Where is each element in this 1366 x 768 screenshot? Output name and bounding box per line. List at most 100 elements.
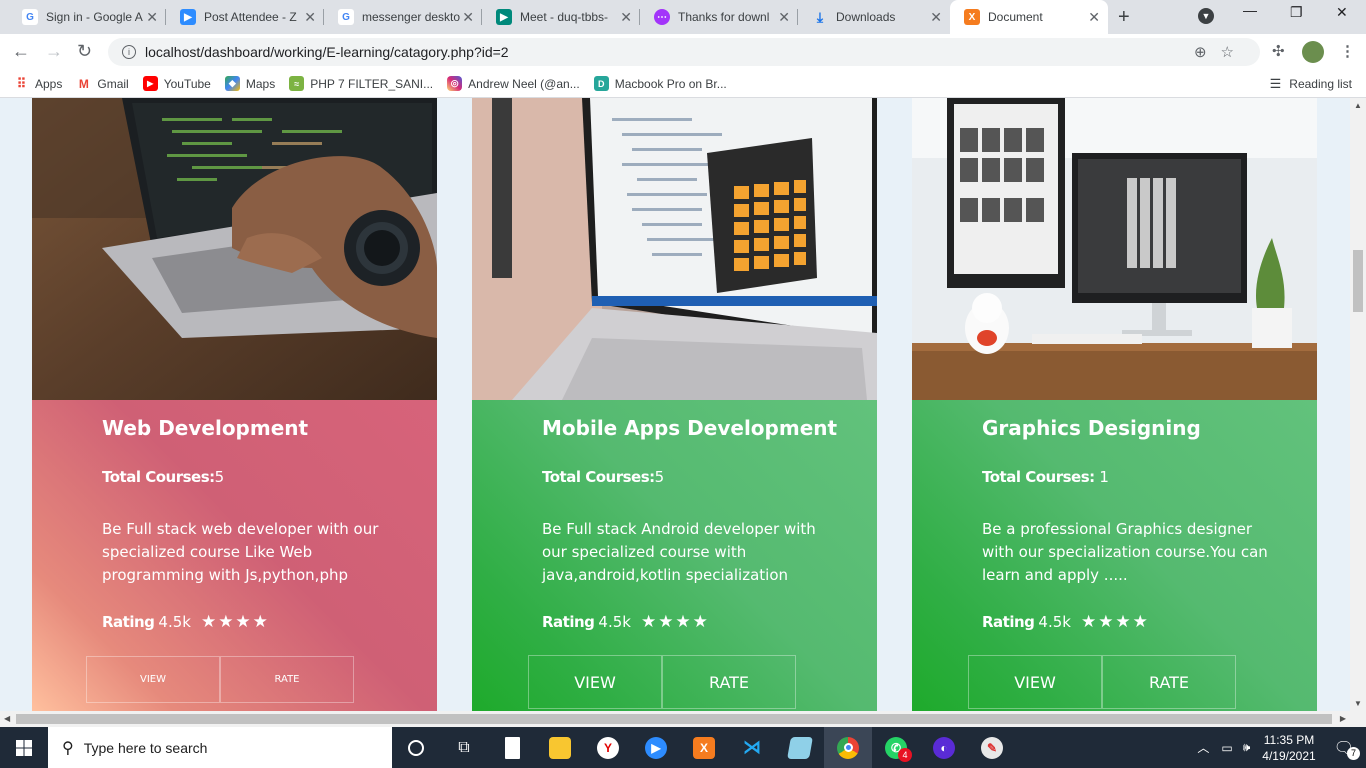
avatar[interactable] bbox=[1302, 41, 1324, 63]
bookmark-instagram[interactable]: ◎ Andrew Neel (@an... bbox=[447, 76, 580, 91]
clock-time: 11:35 PM bbox=[1263, 732, 1315, 747]
course-card-graphics-designing: Graphics Designing Total Courses: 1 Be a… bbox=[912, 98, 1317, 711]
zoom-icon: ▶ bbox=[180, 9, 196, 25]
site-info-icon[interactable]: i bbox=[122, 45, 136, 59]
close-icon[interactable]: ✕ bbox=[146, 9, 158, 26]
sticky-notes-icon[interactable] bbox=[776, 727, 824, 768]
close-icon[interactable]: ✕ bbox=[304, 9, 316, 26]
vertical-scrollbar[interactable]: ▲ ▼ bbox=[1350, 98, 1366, 711]
rate-button[interactable]: RATE bbox=[1102, 655, 1236, 709]
file-explorer-icon[interactable] bbox=[536, 727, 584, 768]
tab-3[interactable]: ▶ Meet - duq-tbbs- ✕ bbox=[482, 0, 640, 34]
new-tab-button[interactable]: + bbox=[1118, 6, 1130, 29]
reading-list-icon: ☰ bbox=[1269, 76, 1282, 91]
address-bar[interactable]: i localhost/dashboard/working/E-learning… bbox=[108, 38, 1260, 66]
horizontal-scrollbar[interactable]: ◀ ▶ bbox=[0, 711, 1366, 727]
restore-icon[interactable]: ❐ bbox=[1290, 4, 1303, 21]
window-close-icon[interactable]: ✕ bbox=[1336, 4, 1348, 21]
rating: Rating 4.5k ★★★★ bbox=[542, 612, 710, 632]
bookmark-macbook[interactable]: D Macbook Pro on Br... bbox=[593, 76, 727, 91]
reading-list-label: Reading list bbox=[1289, 77, 1352, 91]
course-card-body: Web Development Total Courses:5 Be Full … bbox=[32, 400, 437, 711]
paint-icon[interactable]: ✎ bbox=[968, 727, 1016, 768]
close-icon[interactable]: ✕ bbox=[778, 9, 790, 26]
back-icon[interactable]: ← bbox=[12, 41, 30, 62]
instagram-icon: ◎ bbox=[447, 76, 463, 91]
vscode-icon[interactable]: ⋊ bbox=[728, 727, 776, 768]
view-button[interactable]: VIEW bbox=[528, 655, 662, 709]
bookmark-apps[interactable]: ⠿ Apps bbox=[14, 75, 63, 91]
chrome-icon[interactable] bbox=[824, 727, 872, 768]
tab-0[interactable]: G Sign in - Google A ✕ bbox=[8, 0, 166, 34]
yandex-browser-icon[interactable]: Y bbox=[584, 727, 632, 768]
menu-icon[interactable]: ⋮ bbox=[1340, 42, 1355, 60]
rating-value: 4.5k bbox=[1038, 613, 1071, 631]
course-image-tablet-code bbox=[472, 98, 877, 400]
tab-6[interactable]: X Document ✕ bbox=[950, 0, 1108, 34]
bookmark-label: Macbook Pro on Br... bbox=[614, 76, 727, 91]
search-placeholder: Type here to search bbox=[83, 739, 208, 756]
total-courses-value: 5 bbox=[214, 468, 225, 486]
scrollbar-thumb[interactable] bbox=[1353, 250, 1363, 312]
cortana-icon[interactable] bbox=[392, 727, 440, 768]
rate-button[interactable]: RATE bbox=[220, 656, 354, 703]
course-title: Graphics Designing bbox=[982, 416, 1201, 440]
scroll-up-icon[interactable]: ▲ bbox=[1354, 101, 1362, 110]
rate-button[interactable]: RATE bbox=[662, 655, 796, 709]
star-rating-icon: ★★★★ bbox=[640, 612, 710, 632]
view-button[interactable]: VIEW bbox=[968, 655, 1102, 709]
forward-icon[interactable]: → bbox=[45, 41, 63, 62]
tab-title: messenger deskto bbox=[362, 10, 461, 24]
zoom-and-bookmark-icons[interactable]: ⊕☆ bbox=[1194, 43, 1248, 61]
course-description: Be Full stack Android developer with our… bbox=[542, 520, 816, 584]
star-rating-icon: ★★★★ bbox=[1080, 612, 1150, 632]
file-icon[interactable] bbox=[488, 727, 536, 768]
close-icon[interactable]: ✕ bbox=[462, 9, 474, 26]
minimize-icon[interactable]: — bbox=[1243, 2, 1257, 18]
bookmarks-bar: ⠿ Apps M Gmail ▶ YouTube ◆ Maps ≈ PHP 7 … bbox=[0, 70, 1366, 98]
tab-1[interactable]: ▶ Post Attendee - Z ✕ bbox=[166, 0, 324, 34]
total-courses-value: 5 bbox=[654, 468, 665, 486]
course-title: Web Development bbox=[102, 416, 309, 440]
bookmark-gmail[interactable]: M Gmail bbox=[76, 76, 129, 91]
taskbar-search-input[interactable]: ⚲ Type here to search bbox=[48, 727, 392, 768]
scroll-right-icon[interactable]: ▶ bbox=[1340, 714, 1346, 723]
tablet-code-photo bbox=[472, 98, 877, 400]
rating-label: Rating bbox=[102, 613, 155, 631]
notification-center-icon[interactable]: 🗨 7 bbox=[1334, 738, 1360, 760]
scroll-down-icon[interactable]: ▼ bbox=[1354, 699, 1362, 708]
bookmark-php[interactable]: ≈ PHP 7 FILTER_SANI... bbox=[289, 76, 433, 91]
bookmark-label: Apps bbox=[35, 76, 63, 91]
chevron-up-icon[interactable]: ︿ bbox=[1197, 739, 1209, 756]
tab-5[interactable]: ⤓ Downloads ✕ bbox=[798, 0, 950, 34]
scroll-left-icon[interactable]: ◀ bbox=[4, 714, 10, 723]
zoom-icon[interactable]: ▶ bbox=[632, 727, 680, 768]
clock[interactable]: 11:35 PM 4/19/2021 bbox=[1262, 732, 1315, 764]
laptop-typing-photo bbox=[32, 98, 437, 400]
view-button[interactable]: VIEW bbox=[86, 656, 220, 703]
network-icon[interactable]: ▭ bbox=[1221, 741, 1232, 755]
scrollbar-thumb[interactable] bbox=[16, 714, 1332, 724]
task-view-icon[interactable]: ⧉ bbox=[440, 727, 488, 768]
app-purple-icon[interactable]: ◐ bbox=[920, 727, 968, 768]
rating-label: Rating bbox=[542, 613, 595, 631]
url-text[interactable]: localhost/dashboard/working/E-learning/c… bbox=[145, 44, 509, 60]
extensions-icon[interactable]: ✣ bbox=[1272, 42, 1285, 60]
reload-icon[interactable]: ↻ bbox=[77, 41, 92, 62]
bookmark-maps[interactable]: ◆ Maps bbox=[224, 76, 275, 91]
bookmark-youtube[interactable]: ▶ YouTube bbox=[142, 76, 211, 91]
apps-grid-icon: ⠿ bbox=[16, 75, 27, 91]
xampp-icon[interactable]: X bbox=[680, 727, 728, 768]
close-icon[interactable]: ✕ bbox=[930, 9, 942, 26]
tab-2[interactable]: G messenger deskto ✕ bbox=[324, 0, 482, 34]
tab-4[interactable]: ⋯ Thanks for downl ✕ bbox=[640, 0, 798, 34]
reading-list-button[interactable]: ☰ Reading list bbox=[1270, 76, 1352, 92]
close-icon[interactable]: ✕ bbox=[620, 9, 632, 26]
total-courses-label: Total Courses: bbox=[102, 468, 215, 486]
start-button[interactable] bbox=[0, 727, 48, 768]
close-icon[interactable]: ✕ bbox=[1088, 9, 1100, 26]
tab-search-icon[interactable]: ▼ bbox=[1198, 8, 1214, 24]
volume-icon[interactable]: 🕪 bbox=[1243, 740, 1251, 755]
whatsapp-icon[interactable]: ✆ 4 bbox=[872, 727, 920, 768]
browser-toolbar: ← → ↻ i localhost/dashboard/working/E-le… bbox=[0, 34, 1366, 70]
